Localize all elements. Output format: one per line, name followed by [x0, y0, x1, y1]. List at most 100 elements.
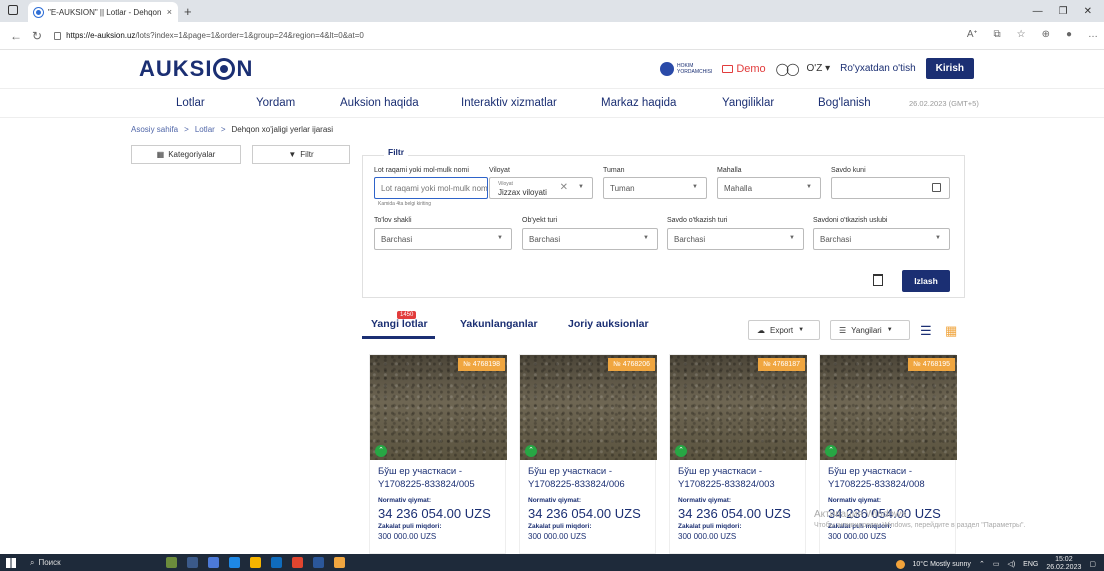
task-view-icon[interactable] [187, 557, 198, 568]
input-language[interactable]: ENG [1023, 561, 1038, 568]
windows-activation-text: Чтобы активировать Windows, перейдите в … [814, 522, 1026, 529]
weather-text[interactable]: 10°C Mostly sunny [913, 561, 971, 568]
maximize-icon[interactable]: ❐ [1059, 6, 1068, 17]
chevron-down-icon: ▼ [692, 184, 698, 190]
chevron-down-icon: ▼ [806, 184, 812, 190]
chevron-down-icon: ▼ [789, 235, 795, 241]
register-link[interactable]: Ro'yxatdan o'tish [840, 63, 916, 74]
breadcrumb-lots[interactable]: Lotlar [195, 125, 215, 134]
viloyat-select[interactable]: Viloyat Jizzax viloyati ✕ ▼ [489, 177, 593, 199]
mahalla-value: Mahalla [724, 183, 753, 193]
edge-icon[interactable] [229, 557, 240, 568]
clock[interactable]: 15:02 26.02.2023 [1046, 556, 1081, 571]
word-icon[interactable] [313, 557, 324, 568]
normative-label: Normativ qiymat: [378, 497, 432, 504]
more-icon[interactable]: … [1088, 29, 1098, 40]
lot-number: № 4768206 [608, 358, 655, 371]
obyekt-label: Ob'yekt turi [522, 217, 558, 224]
nav-yordam[interactable]: Yordam [256, 97, 295, 109]
list-view-icon[interactable]: ☰ [920, 323, 932, 339]
lot-card[interactable]: № 4768187 ⌃ Бўш ер участкаси - Y1708225-… [669, 354, 807, 554]
tolov-label: To'lov shakli [374, 217, 412, 224]
lot-search-field[interactable] [381, 183, 487, 193]
deposit-label: Zakalat puli miqdori: [678, 523, 742, 530]
read-aloud-icon[interactable]: Aᐩ [967, 29, 978, 40]
active-status-icon: ⌃ [675, 445, 687, 457]
close-window-icon[interactable]: ✕ [1084, 6, 1092, 17]
clock-time: 15:02 [1055, 556, 1073, 563]
nav-interaktiv-xizmatlar[interactable]: Interaktiv xizmatlar [461, 97, 557, 109]
calendar-icon[interactable] [932, 183, 941, 192]
tab-finished[interactable]: Yakunlanganlar [460, 318, 538, 330]
sort-dropdown[interactable]: ☰ Yangilari ▼ [830, 320, 910, 340]
site-logo[interactable]: AUKSI N [139, 56, 253, 82]
tab-current-auctions[interactable]: Joriy auksionlar [568, 318, 649, 330]
login-button[interactable]: Kirish [925, 58, 974, 79]
clear-icon[interactable]: ✕ [560, 182, 568, 193]
tabs-icon[interactable]: ⧉ [993, 29, 1000, 40]
windows-activation-title: Активация Windows [814, 509, 907, 520]
browser-tab[interactable]: "E-AUKSION" || Lotlar - Dehqon × [28, 2, 178, 22]
refresh-icon[interactable]: ↻ [32, 29, 42, 43]
chrome-icon[interactable] [292, 557, 303, 568]
taskbar-search[interactable]: ⌕ Поиск [30, 558, 61, 568]
profile-icon[interactable]: ● [1066, 29, 1072, 40]
url-field[interactable]: https://e-auksion.uz/lots?index=1&page=1… [54, 31, 364, 40]
notifications-icon[interactable]: ▢ [1089, 560, 1096, 568]
filter-toggle-button[interactable]: ▼ Filtr [252, 145, 350, 164]
search-button[interactable]: Izlash [902, 270, 950, 292]
categories-button[interactable]: ▦ Kategoriyalar [131, 145, 241, 164]
nav-boglanish[interactable]: Bog'lanish [818, 97, 871, 109]
obyekt-select[interactable]: Barchasi ▼ [522, 228, 658, 250]
minimize-icon[interactable]: — [1033, 6, 1043, 17]
explorer-icon[interactable] [250, 557, 261, 568]
mahalla-select[interactable]: Mahalla ▼ [717, 177, 821, 199]
taskbar-apps [166, 557, 345, 568]
tray-chevron-icon[interactable]: ⌃ [979, 560, 985, 568]
lot-name[interactable]: Бўш ер участкаси - Y1708225-833824/008 [828, 465, 953, 491]
accessibility-glasses-icon[interactable]: ◯◯ [776, 62, 800, 76]
savdo-kuni-label: Savdo kuni [831, 167, 866, 174]
store-icon[interactable] [208, 557, 219, 568]
uslubi-select[interactable]: Barchasi ▼ [813, 228, 950, 250]
savdo-kuni-date-input[interactable] [831, 177, 950, 199]
trash-icon[interactable] [873, 274, 883, 286]
close-tab-icon[interactable]: × [167, 7, 172, 17]
nav-lotlar[interactable]: Lotlar [176, 97, 205, 109]
mail-icon[interactable] [271, 557, 282, 568]
filter-label: Filtr [300, 150, 314, 159]
hokim-yordamchisi-link[interactable]: HOKIM YORDAMCHISI [660, 61, 712, 76]
nav-auksion-haqida[interactable]: Auksion haqida [340, 97, 419, 109]
breadcrumb-current: Dehqon xo'jaligi yerlar ijarasi [231, 125, 334, 134]
window-menu-icon[interactable] [8, 5, 18, 15]
lot-card[interactable]: № 4768198 ⌃ Бўш ер участкаси - Y1708225-… [369, 354, 507, 554]
lot-name[interactable]: Бўш ер участкаси - Y1708225-833824/006 [528, 465, 653, 491]
nav-yangiliklar[interactable]: Yangiliklar [722, 97, 774, 109]
nav-markaz-haqida[interactable]: Markaz haqida [601, 97, 676, 109]
back-icon[interactable]: ← [10, 29, 22, 43]
lot-name[interactable]: Бўш ер участкаси - Y1708225-833824/003 [678, 465, 803, 491]
lot-name[interactable]: Бўш ер участкаси - Y1708225-833824/005 [378, 465, 503, 491]
otkazish-select[interactable]: Barchasi ▼ [667, 228, 804, 250]
demo-link[interactable]: Demo [722, 63, 766, 75]
windows-start-icon[interactable] [6, 557, 16, 568]
breadcrumb-home[interactable]: Asosiy sahifa [131, 125, 178, 134]
tuman-select[interactable]: Tuman ▼ [603, 177, 707, 199]
volume-icon[interactable]: ◁) [1007, 560, 1015, 568]
widget-icon[interactable] [166, 557, 177, 568]
active-tab-indicator [362, 336, 435, 339]
grid-view-icon[interactable]: ▦ [945, 323, 957, 339]
network-icon[interactable]: ▭ [993, 560, 1000, 568]
collections-icon[interactable]: ⊕ [1042, 29, 1050, 40]
lot-card[interactable]: № 4768206 ⌃ Бўш ер участкаси - Y1708225-… [519, 354, 657, 554]
new-tab-button[interactable]: + [184, 4, 192, 19]
lot-search-input[interactable] [374, 177, 488, 199]
normative-label: Normativ qiymat: [828, 497, 882, 504]
tab-new-lots[interactable]: Yangi lotlar [371, 318, 428, 330]
otkazish-value: Barchasi [674, 234, 706, 244]
tolov-select[interactable]: Barchasi ▼ [374, 228, 512, 250]
favorites-icon[interactable]: ☆ [1017, 29, 1026, 40]
language-selector[interactable]: O'Z ▾ [807, 63, 831, 74]
app-icon[interactable] [334, 557, 345, 568]
export-dropdown[interactable]: ☁ Export ▼ [748, 320, 820, 340]
